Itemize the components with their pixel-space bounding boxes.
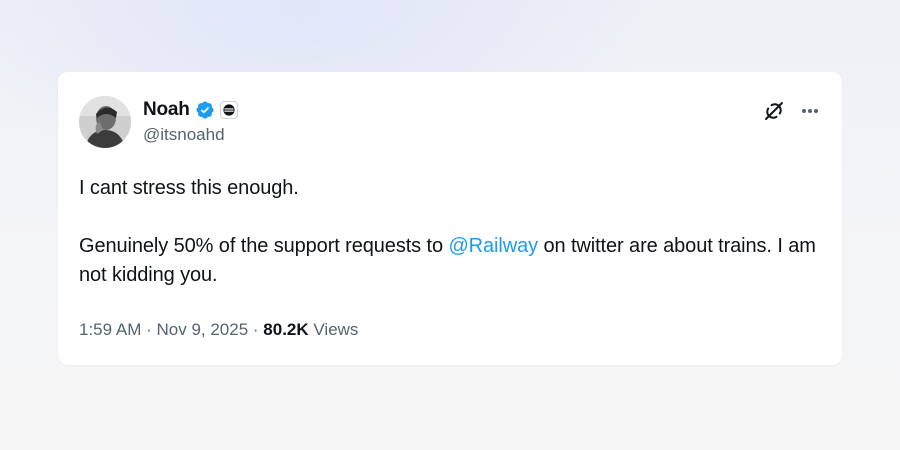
avatar[interactable]	[79, 96, 131, 148]
author-display-name[interactable]: Noah	[143, 99, 190, 121]
views-label: Views	[308, 320, 359, 339]
tweet-date[interactable]: Nov 9, 2025	[156, 320, 248, 339]
link-off-icon[interactable]	[762, 99, 786, 123]
tweet-time[interactable]: 1:59 AM	[79, 320, 141, 339]
tweet-card: Noah @itsnoahd I cant stress this enough…	[58, 72, 842, 365]
tweet-text: I cant stress this enough. Genuinely 50%…	[79, 174, 829, 290]
verified-badge-icon	[195, 100, 215, 120]
views-count: 80.2K	[263, 320, 309, 339]
meta-separator: ·	[248, 320, 264, 339]
tweet-paragraph-2: Genuinely 50% of the support requests to…	[79, 232, 829, 290]
tweet-meta: 1:59 AM · Nov 9, 2025 · 80.2K Views	[79, 320, 358, 340]
author-handle[interactable]: @itsnoahd	[143, 125, 225, 145]
mention-link[interactable]: @Railway	[448, 235, 538, 257]
more-horizontal-icon[interactable]	[796, 99, 824, 123]
tweet-text-before-mention: Genuinely 50% of the support requests to	[79, 235, 449, 257]
railway-logo-icon[interactable]	[219, 101, 238, 119]
tweet-line-1: I cant stress this enough.	[79, 177, 299, 199]
author-name-row: Noah	[143, 98, 238, 122]
meta-separator: ·	[141, 320, 157, 339]
